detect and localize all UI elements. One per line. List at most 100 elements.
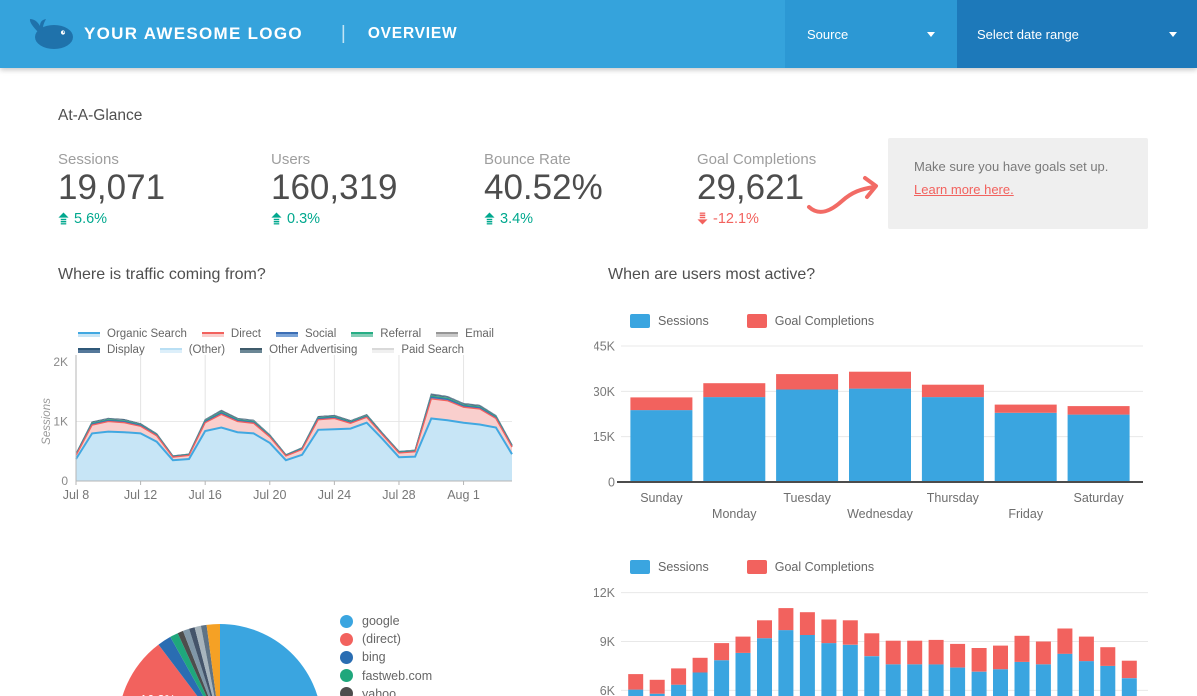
legend-swatch xyxy=(630,314,650,328)
area-chart-legend: Organic SearchDirectSocialReferralEmailD… xyxy=(58,328,498,356)
goals-note-box: Make sure you have goals set up. Learn m… xyxy=(888,138,1148,229)
delta-down-icon xyxy=(697,212,708,225)
svg-text:Jul 12: Jul 12 xyxy=(124,488,157,502)
legend-swatch xyxy=(202,332,224,337)
traffic-section-title: Where is traffic coming from? xyxy=(58,256,528,284)
kpi-users: Users 160,319 0.3% xyxy=(271,151,484,227)
svg-text:Jul 8: Jul 8 xyxy=(63,488,89,502)
kpi-label: Sessions xyxy=(58,151,271,168)
legend-item: Sessions xyxy=(630,560,709,574)
kpi-value: 160,319 xyxy=(271,169,484,208)
legend-item: bing xyxy=(340,648,432,666)
legend-item: Sessions xyxy=(630,314,709,328)
svg-text:12K: 12K xyxy=(594,586,616,600)
legend-swatch xyxy=(340,687,353,696)
svg-text:Monday: Monday xyxy=(712,507,757,521)
source-dropdown[interactable]: Source xyxy=(785,0,957,68)
legend-label: bing xyxy=(362,650,386,664)
legend-swatch xyxy=(276,332,298,337)
activity-section: When are users most active? Sessions Goal… xyxy=(594,256,1197,696)
weekly-activity-bar-chart: 015K30K45KSundayMondayTuesdayWednesdayTh… xyxy=(594,336,1154,526)
activity-section-title: When are users most active? xyxy=(608,256,1197,284)
kpi-value: 40.52% xyxy=(484,169,697,208)
traffic-sources-pie-chart: 16.8% xyxy=(100,606,340,696)
legend-label: (Other) xyxy=(189,344,225,356)
legend-swatch xyxy=(351,332,373,337)
legend-item: Organic Search xyxy=(78,328,187,340)
legend-swatch xyxy=(436,332,458,337)
nav-title: OVERVIEW xyxy=(368,25,458,43)
date-range-dropdown[interactable]: Select date range xyxy=(957,0,1197,68)
svg-text:1K: 1K xyxy=(53,415,68,429)
legend-item: Social xyxy=(276,328,336,340)
legend-swatch xyxy=(340,633,353,646)
svg-text:15K: 15K xyxy=(594,430,616,444)
kpi-bounce-rate: Bounce Rate 40.52% 3.4% xyxy=(484,151,697,227)
logo: YOUR AWESOME LOGO xyxy=(0,0,303,68)
legend-label: google xyxy=(362,614,400,628)
svg-text:45K: 45K xyxy=(594,340,616,354)
svg-text:Jul 16: Jul 16 xyxy=(189,488,222,502)
legend-label: (direct) xyxy=(362,632,401,646)
svg-text:Friday: Friday xyxy=(1008,507,1043,521)
learn-more-link[interactable]: Learn more here. xyxy=(914,182,1014,197)
legend-label: yahoo xyxy=(362,687,396,696)
svg-text:0: 0 xyxy=(61,474,68,488)
legend-label: Sessions xyxy=(658,314,709,328)
legend-item: Other Advertising xyxy=(240,344,357,356)
legend-swatch xyxy=(340,615,353,628)
legend-swatch xyxy=(630,560,650,574)
svg-text:Sessions: Sessions xyxy=(41,398,53,445)
hourly-activity-bar-chart: 6K9K12K xyxy=(594,580,1154,696)
legend-swatch xyxy=(78,348,100,353)
kpi-label: Goal Completions xyxy=(697,151,910,168)
svg-text:Thursday: Thursday xyxy=(927,491,980,505)
legend-swatch xyxy=(372,348,394,353)
kpi-delta: 5.6% xyxy=(58,211,271,227)
legend-item: Display xyxy=(78,344,145,356)
kpi-delta: 0.3% xyxy=(271,211,484,227)
legend-item: fastweb.com xyxy=(340,667,432,685)
svg-text:30K: 30K xyxy=(594,385,616,399)
legend-item: google xyxy=(340,612,432,630)
delta-up-icon xyxy=(58,212,69,225)
legend-swatch xyxy=(747,314,767,328)
legend-item: Email xyxy=(436,328,494,340)
legend-swatch xyxy=(240,348,262,353)
svg-text:Jul 24: Jul 24 xyxy=(318,488,351,502)
logo-text: YOUR AWESOME LOGO xyxy=(84,24,303,44)
legend-item: (Other) xyxy=(160,344,225,356)
legend-item: Referral xyxy=(351,328,421,340)
header-spacer xyxy=(457,0,785,68)
svg-text:Aug 1: Aug 1 xyxy=(447,488,480,502)
legend-item: Paid Search xyxy=(372,344,464,356)
note-text: Make sure you have goals set up. xyxy=(914,159,1122,174)
svg-text:0: 0 xyxy=(608,476,615,490)
dashboard-page: YOUR AWESOME LOGO | OVERVIEW Source Sele… xyxy=(0,0,1197,696)
kpi-delta: 3.4% xyxy=(484,211,697,227)
kpi-sessions: Sessions 19,071 5.6% xyxy=(58,151,271,227)
legend-label: Social xyxy=(305,328,336,340)
weekly-chart-legend: Sessions Goal Completions xyxy=(630,314,1197,328)
legend-item: yahoo xyxy=(340,685,432,696)
whale-logo-icon xyxy=(26,17,74,51)
legend-item: Goal Completions xyxy=(747,560,874,574)
caret-down-icon xyxy=(927,32,935,37)
legend-swatch xyxy=(78,332,100,337)
kpi-delta-value: 0.3% xyxy=(287,211,320,227)
svg-text:Tuesday: Tuesday xyxy=(783,491,831,505)
legend-label: Goal Completions xyxy=(775,560,874,574)
delta-up-icon xyxy=(484,212,495,225)
legend-item: (direct) xyxy=(340,630,432,648)
kpi-delta-value: 5.6% xyxy=(74,211,107,227)
legend-swatch xyxy=(340,669,353,682)
sketch-arrow-icon xyxy=(806,174,888,224)
svg-text:Jul 28: Jul 28 xyxy=(382,488,415,502)
svg-text:2K: 2K xyxy=(53,355,68,369)
legend-swatch xyxy=(160,348,182,353)
source-dropdown-label: Source xyxy=(807,27,848,42)
caret-down-icon xyxy=(1169,32,1177,37)
legend-item: Goal Completions xyxy=(747,314,874,328)
svg-text:9K: 9K xyxy=(600,635,616,649)
legend-label: Sessions xyxy=(658,560,709,574)
